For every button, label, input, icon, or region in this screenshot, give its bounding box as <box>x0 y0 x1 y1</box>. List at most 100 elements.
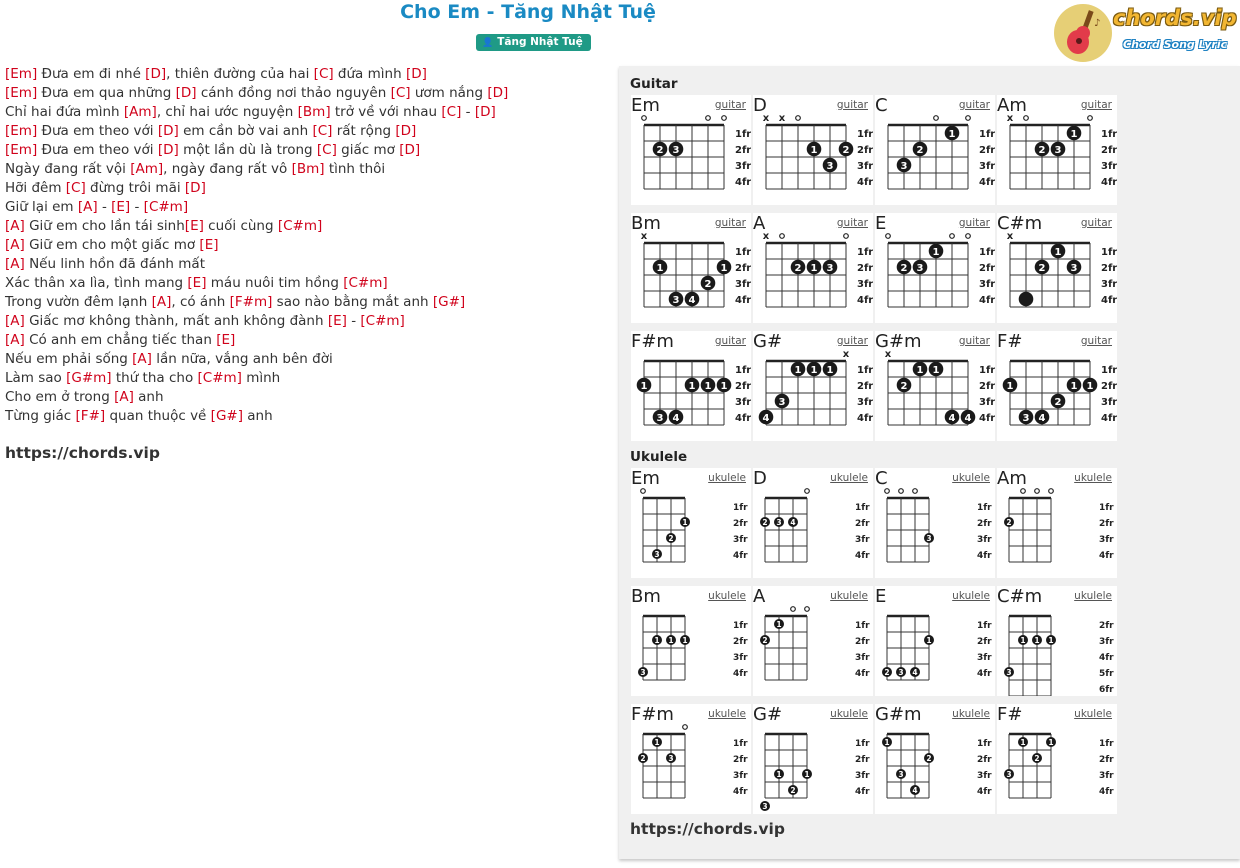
guitar-chord-card[interactable]: Aguitar 1fr 2fr 3fr 4fr x 2 1 3 <box>753 213 873 323</box>
guitar-chord-card[interactable]: C#m guitar 1fr 2fr 3fr 4fr x 2 1 3 <box>997 213 1117 323</box>
chord-tag[interactable]: [D] <box>406 66 427 82</box>
chord-tag[interactable]: [C] <box>441 104 461 120</box>
fret-label: 2fr <box>1101 381 1117 392</box>
chord-tag[interactable]: [A] <box>132 351 152 367</box>
lyric-line: Giữ lại em [A] - [E] - [C#m] <box>5 199 610 218</box>
chord-tag[interactable]: [C#m] <box>144 199 188 215</box>
chord-tag[interactable]: [Em] <box>5 85 37 101</box>
chord-tag[interactable]: [A] <box>5 237 25 253</box>
lyric-line: Xác thân xa lìa, tình mang [E] máu nuôi … <box>5 275 610 294</box>
chord-tag[interactable]: [Em] <box>5 66 37 82</box>
chord-tag[interactable]: [G#] <box>433 294 465 310</box>
chord-tag[interactable]: [C#m] <box>278 218 322 234</box>
chord-tag[interactable]: [Am] <box>130 161 163 177</box>
chord-tag[interactable]: [F#m] <box>230 294 273 310</box>
lyric-text: đứa mình <box>333 66 406 82</box>
chord-tag[interactable]: [G#] <box>211 408 243 424</box>
fret-label: 4fr <box>733 551 748 561</box>
chord-tag[interactable]: [Bm] <box>292 161 325 177</box>
chord-tag[interactable]: [F#] <box>76 408 106 424</box>
finger-number: 1 <box>1055 247 1062 258</box>
lyric-text: Ngày đang rất vội <box>5 161 131 177</box>
fret-label: 1fr <box>1099 503 1114 513</box>
lyric-text: trở về với nhau <box>330 104 442 120</box>
chord-tag[interactable]: [E] <box>328 313 347 329</box>
ukulele-chord-card[interactable]: Em ukulele 1fr 2fr 3fr 4fr 3 2 1 <box>631 468 751 578</box>
chord-tag[interactable]: [A] <box>5 313 25 329</box>
fret-label: 3fr <box>979 397 995 408</box>
finger-number: 1 <box>1048 636 1053 645</box>
guitar-logo-icon: ♪ <box>1054 4 1112 62</box>
chord-tag[interactable]: [E] <box>187 275 206 291</box>
chord-tag[interactable]: [D] <box>158 142 179 158</box>
chord-tag[interactable]: [Am] <box>124 104 157 120</box>
lyric-line: [A] Nếu linh hồn đã đánh mất <box>5 256 610 275</box>
lyric-line: [Em] Đưa em qua những [D] cánh đồng nơi … <box>5 85 610 104</box>
chord-tag[interactable]: [C] <box>317 142 337 158</box>
guitar-chord-card[interactable]: Cguitar 1fr 2fr 3fr 4fr 3 2 1 <box>875 95 995 205</box>
ukulele-chord-card[interactable]: Dukulele 1fr 2fr 3fr 4fr 2 3 4 <box>753 468 873 578</box>
finger-number: 4 <box>1039 413 1046 424</box>
chord-tag[interactable]: [G#m] <box>66 370 111 386</box>
fret-label: 3fr <box>977 535 992 545</box>
guitar-chord-card[interactable]: G#m guitar 1fr 2fr 3fr 4fr x 2 1 1 4 4 <box>875 331 995 441</box>
ukulele-chord-card[interactable]: Bm ukulele 1fr 2fr 3fr 4fr 3 1 1 1 <box>631 586 751 696</box>
chord-tag[interactable]: [E] <box>216 332 235 348</box>
lyric-text: Trong vườn đêm lạnh <box>5 294 152 310</box>
guitar-chord-card[interactable]: Am guitar 1fr 2fr 3fr 4fr x 2 3 1 <box>997 95 1117 205</box>
ukulele-chord-card[interactable]: F# ukulele 1fr 2fr 3fr 4fr 3 1 2 1 <box>997 704 1117 814</box>
chord-tag[interactable]: [E] <box>111 199 130 215</box>
guitar-chord-card[interactable]: Bm guitar 1fr 2fr 3fr 4fr x 1 3 4 2 1 <box>631 213 751 323</box>
chord-tag[interactable]: [C] <box>391 85 411 101</box>
chord-tag[interactable]: [C#m] <box>360 313 404 329</box>
ukulele-chord-card[interactable]: Eukulele 1fr 2fr 3fr 4fr 2 3 4 1 <box>875 586 995 696</box>
chord-tag[interactable]: [D] <box>176 85 197 101</box>
guitar-chord-card[interactable]: Eguitar 1fr 2fr 3fr 4fr 2 3 1 <box>875 213 995 323</box>
finger-number: 1 <box>682 636 687 645</box>
chord-tag[interactable]: [D] <box>158 123 179 139</box>
lyric-text: Xác thân xa lìa, tình mang <box>5 275 188 291</box>
guitar-chord-card[interactable]: Em guitar 1fr 2fr 3fr 4fr 2 3 <box>631 95 751 205</box>
artist-badge[interactable]: 👤 Tăng Nhật Tuệ <box>476 34 591 51</box>
finger-number: 1 <box>1071 129 1078 140</box>
guitar-chord-card[interactable]: F# guitar 1fr 2fr 3fr 4fr 1 3 4 2 1 1 <box>997 331 1117 441</box>
fret-label: 3fr <box>735 397 751 408</box>
chord-tag[interactable]: [Em] <box>5 142 37 158</box>
finger-number: 2 <box>1039 145 1046 156</box>
chord-tag[interactable]: [Bm] <box>298 104 331 120</box>
chord-tag[interactable]: [D] <box>145 66 166 82</box>
chord-tag[interactable]: [C] <box>66 180 86 196</box>
chord-tag[interactable]: [D] <box>487 85 508 101</box>
chord-tag[interactable]: [D] <box>399 142 420 158</box>
finger-number: 1 <box>1087 381 1094 392</box>
ukulele-chord-card[interactable]: Cukulele 1fr 2fr 3fr 4fr 3 <box>875 468 995 578</box>
chord-tag[interactable]: [A] <box>5 256 25 272</box>
fret-label: 3fr <box>855 535 870 545</box>
chord-tag[interactable]: [D] <box>395 123 416 139</box>
ukulele-chord-card[interactable]: F#m ukulele 1fr 2fr 3fr 4fr 2 1 3 <box>631 704 751 814</box>
chord-tag[interactable]: [Em] <box>5 123 37 139</box>
chord-tag[interactable]: [D] <box>185 180 206 196</box>
chord-tag[interactable]: [A] <box>78 199 98 215</box>
chord-tag[interactable]: [A] <box>5 332 25 348</box>
guitar-chord-card[interactable]: Dguitar 1fr 2fr 3fr 4fr x x 1 3 2 <box>753 95 873 205</box>
chord-tag[interactable]: [E] <box>199 237 218 253</box>
chord-tag[interactable]: [A] <box>5 218 25 234</box>
chord-tag[interactable]: [C#m] <box>343 275 387 291</box>
chord-tag[interactable]: [D] <box>475 104 496 120</box>
guitar-chord-card[interactable]: G# guitar 1fr 2fr 3fr 4fr x 4 3 1 1 1 <box>753 331 873 441</box>
open-string-marker <box>795 115 801 121</box>
ukulele-chord-card[interactable]: G#m ukulele 1fr 2fr 3fr 4fr 1 3 4 2 <box>875 704 995 814</box>
ukulele-chord-card[interactable]: Aukulele 1fr 2fr 3fr 4fr 2 1 <box>753 586 873 696</box>
guitar-chord-card[interactable]: F#m guitar 1fr 2fr 3fr 4fr 1 3 4 1 1 1 <box>631 331 751 441</box>
ukulele-chord-card[interactable]: G# ukulele 1fr 2fr 3fr 4fr 3 1 2 1 <box>753 704 873 814</box>
chord-tag[interactable]: [C] <box>314 66 334 82</box>
chord-tag[interactable]: [C#m] <box>198 370 242 386</box>
chord-tag[interactable]: [A] <box>152 294 172 310</box>
ukulele-chord-card[interactable]: C#m ukulele 2fr 3fr 4fr 5fr 6fr 3 1 1 1 <box>997 586 1117 696</box>
chord-tag[interactable]: [C] <box>312 123 332 139</box>
chord-tag[interactable]: [A] <box>114 389 134 405</box>
chord-tag[interactable]: [E] <box>185 218 204 234</box>
site-logo[interactable]: ♪ chords.vip Chord Song Lyric <box>1053 2 1237 64</box>
ukulele-chord-card[interactable]: Am ukulele 1fr 2fr 3fr 4fr 2 <box>997 468 1117 578</box>
